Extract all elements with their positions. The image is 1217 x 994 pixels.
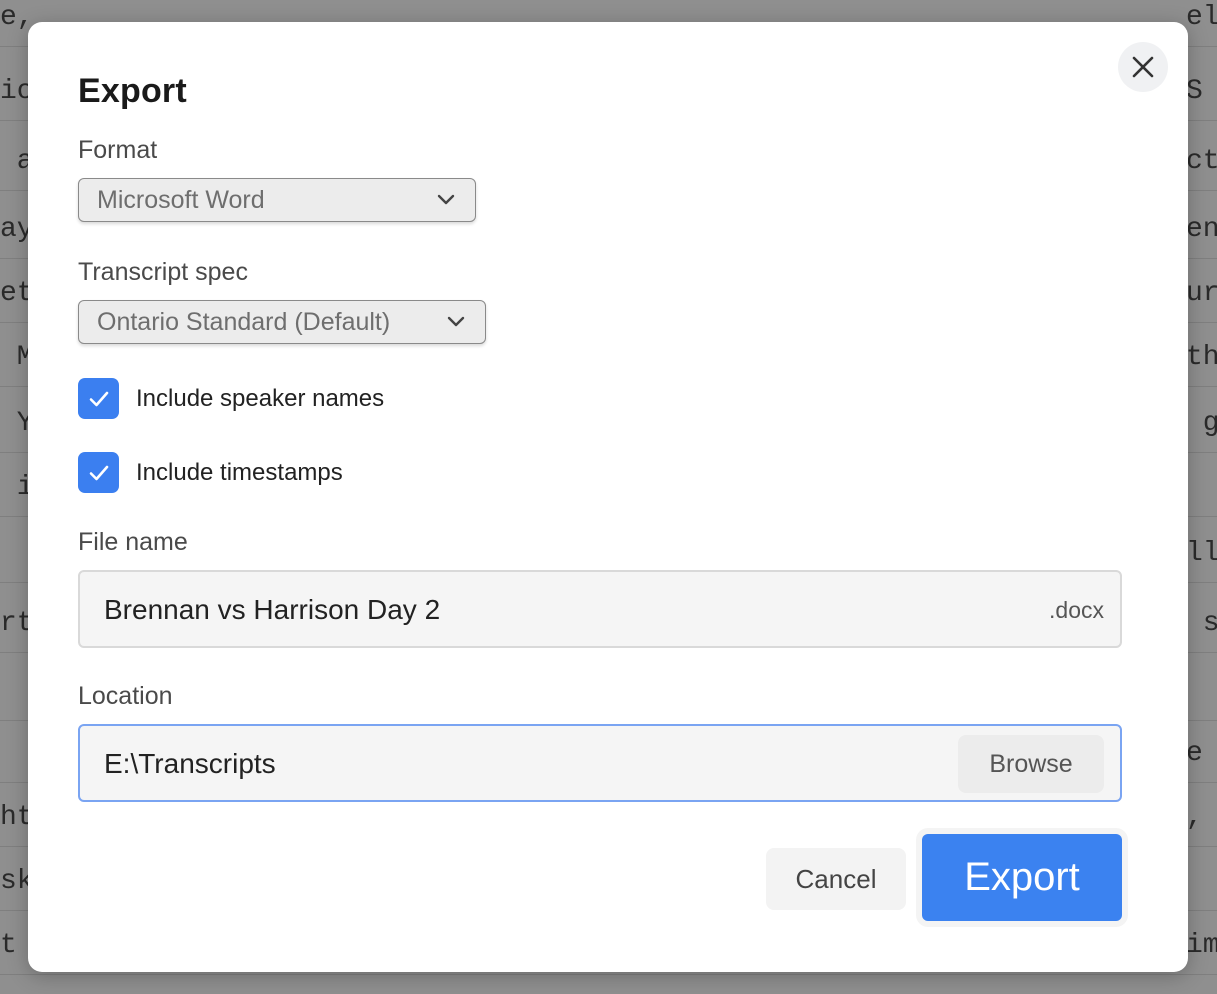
background-line-left: [0, 738, 17, 769]
file-name-value: Brennan vs Harrison Day 2: [104, 594, 441, 625]
include-timestamps-label: Include timestamps: [136, 458, 343, 486]
export-dialog: Export Format Microsoft Word Transcript …: [28, 22, 1188, 972]
browse-button[interactable]: Browse: [958, 735, 1104, 793]
background-line-right: e: [1186, 738, 1203, 769]
background-line-right: g: [1186, 408, 1217, 439]
background-line-left: t: [0, 930, 17, 961]
format-label: Format: [78, 136, 158, 164]
include-speaker-names-checkbox[interactable]: [78, 378, 119, 419]
close-icon: [1132, 56, 1154, 78]
background-line-left: [0, 538, 17, 569]
include-timestamps-option[interactable]: Include timestamps: [78, 452, 343, 493]
checkmark-icon: [89, 391, 108, 406]
format-select[interactable]: Microsoft Word: [78, 178, 476, 222]
background-line-right: ct: [1186, 146, 1217, 177]
background-line-right: ,: [1186, 802, 1203, 833]
include-speaker-names-option[interactable]: Include speaker names: [78, 378, 384, 419]
transcript-spec-label: Transcript spec: [78, 258, 248, 286]
cancel-button[interactable]: Cancel: [766, 848, 906, 910]
include-timestamps-checkbox[interactable]: [78, 452, 119, 493]
location-value: E:\Transcripts: [104, 748, 276, 779]
background-line-right: en: [1186, 214, 1217, 245]
file-name-input[interactable]: Brennan vs Harrison Day 2 .docx: [78, 570, 1122, 648]
export-button[interactable]: Export: [922, 834, 1122, 921]
background-line-right: im: [1186, 930, 1217, 961]
background-line-right: el: [1186, 2, 1217, 33]
background-line-right: S: [1186, 76, 1203, 107]
file-extension-label: .docx: [1049, 597, 1104, 623]
format-select-value: Microsoft Word: [97, 185, 265, 214]
transcript-spec-select[interactable]: Ontario Standard (Default): [78, 300, 486, 344]
chevron-down-icon: [437, 194, 455, 205]
location-input[interactable]: E:\Transcripts Browse: [78, 724, 1122, 802]
close-button[interactable]: [1118, 42, 1168, 92]
background-line-right: th: [1186, 342, 1217, 373]
dialog-title: Export: [78, 72, 187, 110]
chevron-down-icon: [447, 316, 465, 327]
background-line-right: s: [1186, 608, 1217, 639]
background-line-right: ur: [1186, 278, 1217, 309]
file-name-label: File name: [78, 528, 188, 556]
location-label: Location: [78, 682, 173, 710]
transcript-spec-select-value: Ontario Standard (Default): [97, 307, 391, 336]
checkmark-icon: [89, 465, 108, 480]
background-line-right: ll: [1186, 538, 1217, 569]
include-speaker-names-label: Include speaker names: [136, 384, 385, 412]
background-line-left: e,: [0, 2, 34, 33]
